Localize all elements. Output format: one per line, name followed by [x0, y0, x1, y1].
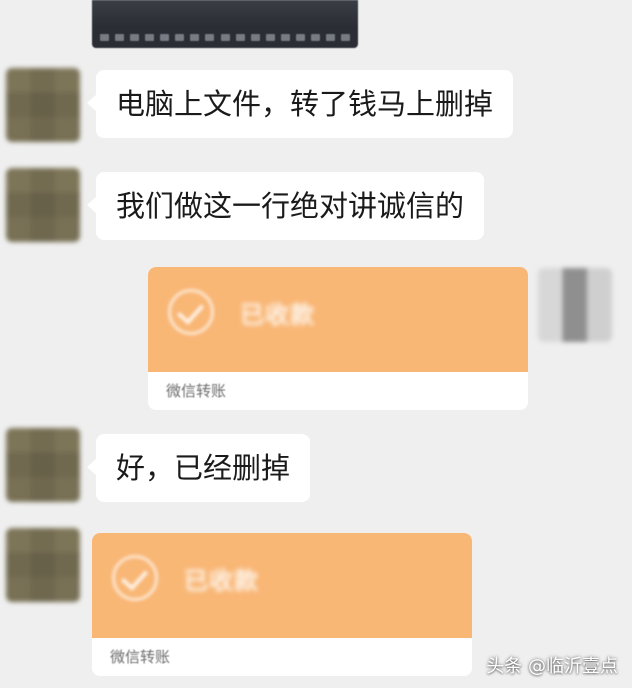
transfer-amount: 已收款 [184, 567, 259, 595]
transfer-card[interactable]: 已收款 微信转账 [92, 533, 472, 676]
screenshot-title-bar [92, 0, 358, 28]
message-text: 我们做这一行绝对讲诚信的 [116, 189, 465, 223]
transfer-label: 微信转账 [166, 382, 227, 400]
message-bubble[interactable]: 好，已经删掉 [86, 434, 311, 502]
avatar[interactable] [6, 528, 80, 602]
message-text: 好，已经删掉 [116, 451, 291, 485]
transfer-amount: 已收款 [240, 301, 315, 329]
avatar[interactable] [6, 68, 80, 142]
avatar[interactable] [538, 268, 612, 342]
shared-screenshot-image[interactable] [92, 0, 358, 48]
screenshot-toolbar-icons [100, 32, 350, 42]
message-bubble[interactable]: 电脑上文件，转了钱马上删掉 [86, 70, 514, 138]
message-text: 电脑上文件，转了钱马上删掉 [116, 87, 494, 121]
message-bubble[interactable]: 我们做这一行绝对讲诚信的 [86, 172, 485, 240]
transfer-card[interactable]: 已收款 微信转账 [148, 267, 528, 410]
watermark: 头条 @临沂壹点 [486, 656, 618, 677]
check-circle-icon [168, 289, 214, 335]
avatar[interactable] [6, 168, 80, 242]
transfer-label: 微信转账 [110, 648, 171, 666]
check-circle-icon [112, 555, 158, 601]
avatar[interactable] [6, 428, 80, 502]
